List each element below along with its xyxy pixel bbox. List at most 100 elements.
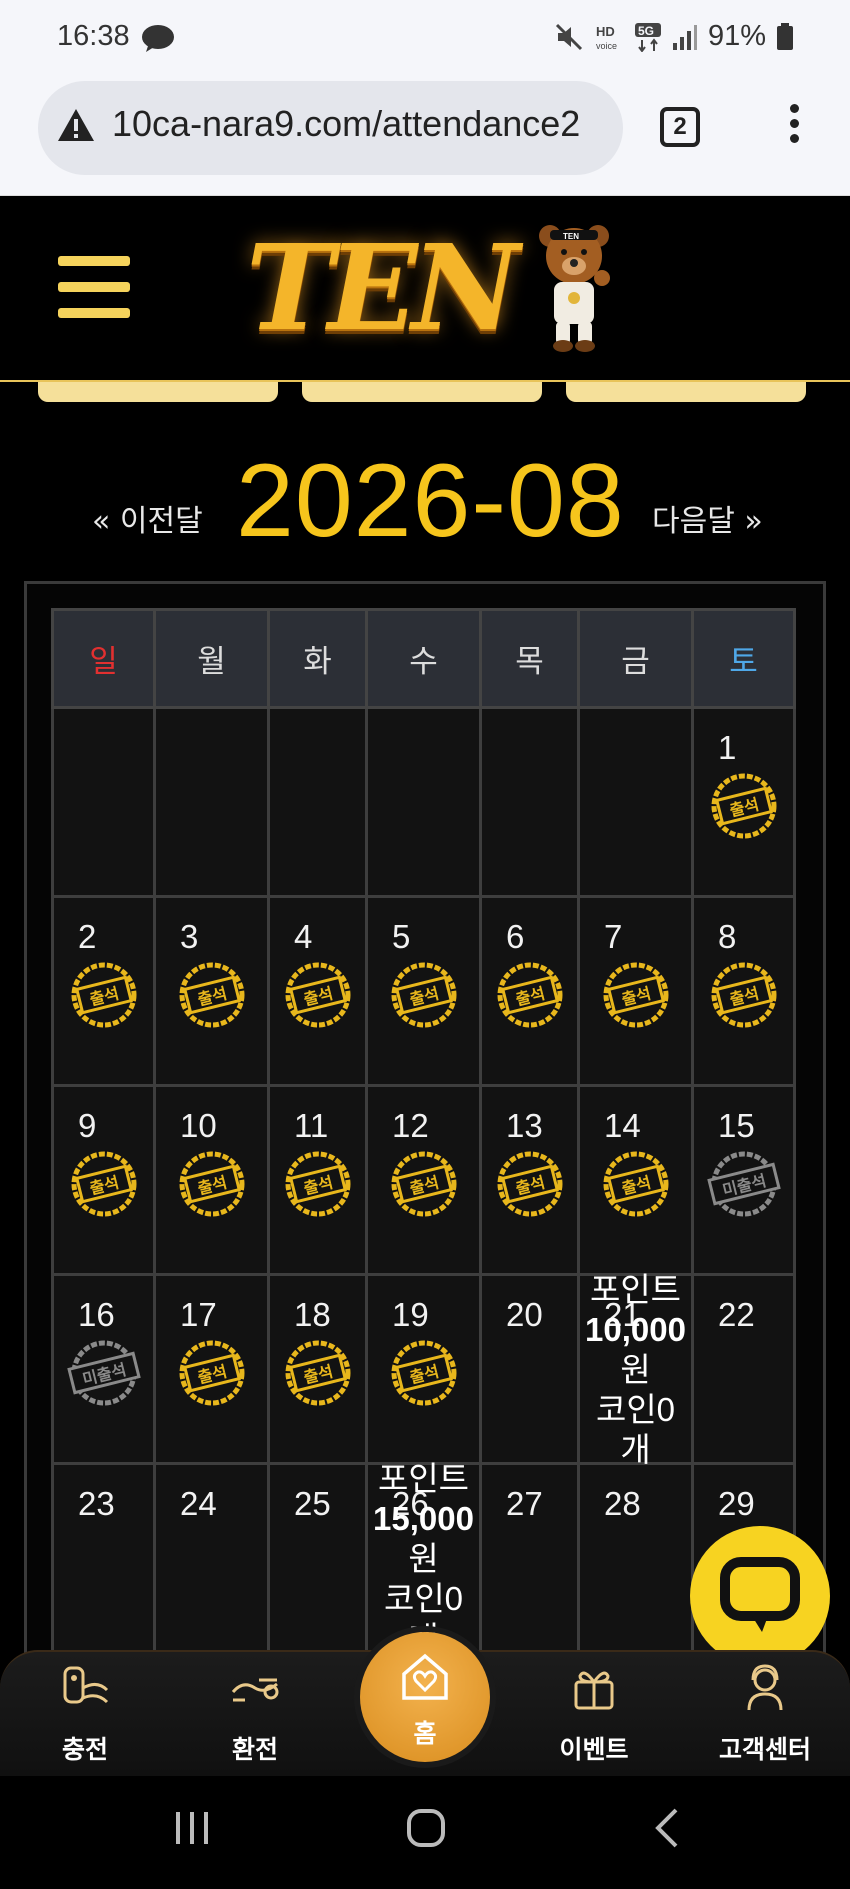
day-number: 29 xyxy=(718,1485,755,1522)
live-chat-button[interactable] xyxy=(690,1526,830,1666)
attendance-stamp-icon: 출석 xyxy=(179,962,244,1028)
reward-line4: 코인0 xyxy=(383,1580,464,1617)
calendar-day-cell[interactable]: 9 출석 xyxy=(51,1084,156,1276)
svg-text:voice: voice xyxy=(596,41,617,51)
calendar-day-cell[interactable]: 17 출석 xyxy=(153,1273,270,1465)
next-month-link[interactable]: 다음달 » xyxy=(652,496,763,540)
chat-bubble-icon xyxy=(720,1557,800,1632)
calendar-week-row: 9 출석 10 출석 11 출석 12 출석 13 출석 14 출석 15 미출석 xyxy=(51,1084,796,1276)
weekday-header: 월 xyxy=(153,608,270,709)
status-indicators: HD voice 5G 91% xyxy=(554,20,794,53)
menu-tab-3[interactable] xyxy=(566,382,806,402)
weekday-header: 화 xyxy=(267,608,368,709)
calendar-day-cell[interactable]: 22 xyxy=(691,1273,796,1465)
withdraw-icon xyxy=(231,1678,279,1702)
calendar-day-cell[interactable]: 23 xyxy=(51,1462,156,1654)
calendar-day-cell[interactable]: 26포인트15,000원코인0개 xyxy=(365,1460,482,1657)
nav-deposit[interactable]: 충전 xyxy=(25,1652,145,1778)
browser-menu-icon[interactable] xyxy=(784,104,804,150)
day-number: 27 xyxy=(506,1485,543,1522)
status-time: 16:38 xyxy=(57,20,130,52)
home-heart-icon xyxy=(402,1653,448,1700)
prev-month-link[interactable]: « 이전달 xyxy=(92,496,203,540)
day-number: 25 xyxy=(294,1485,331,1522)
attendance-stamp-icon: 출석 xyxy=(391,1340,456,1406)
calendar-day-cell[interactable]: 14 출석 xyxy=(577,1084,694,1276)
attendance-stamp-icon: 출석 xyxy=(285,1340,350,1406)
day-number: 19 xyxy=(392,1296,429,1333)
nav-event[interactable]: 이벤트 xyxy=(534,1652,654,1778)
calendar-day-cell[interactable]: 5 출석 xyxy=(365,895,482,1087)
calendar-week-row: 1 출석 xyxy=(51,706,796,898)
day-number: 3 xyxy=(180,918,199,955)
warning-icon[interactable] xyxy=(56,107,96,143)
attendance-calendar: 일월화수목금토 1 출석 2 출석 3 출석 4 출석 5 출석 6 출석 7 출석 8 출석 9 출석 10 출석 1… xyxy=(24,581,826,1681)
day-number: 1 xyxy=(718,729,737,766)
day-number: 15 xyxy=(718,1107,755,1144)
nav-event-label: 이벤트 xyxy=(559,1735,629,1764)
calendar-day-cell[interactable]: 12 출석 xyxy=(365,1084,482,1276)
nav-home-button[interactable]: 홈 xyxy=(360,1632,490,1762)
day-number: 6 xyxy=(506,918,525,955)
calendar-day-cell[interactable]: 3 출석 xyxy=(153,895,270,1087)
calendar-day-cell[interactable]: 7 출석 xyxy=(577,895,694,1087)
weekday-header: 수 xyxy=(365,608,482,709)
attendance-stamp-icon: 출석 xyxy=(391,962,456,1028)
calendar-day-cell[interactable]: 27 xyxy=(479,1462,580,1654)
day-number: 13 xyxy=(506,1107,543,1144)
svg-text:5G: 5G xyxy=(638,24,654,38)
calendar-empty-cell xyxy=(267,706,368,898)
site-logo[interactable]: TEN TEN xyxy=(246,218,610,358)
url-text[interactable]: 10ca-nara9.com/attendance2 xyxy=(112,103,580,145)
calendar-day-cell[interactable]: 8 출석 xyxy=(691,895,796,1087)
menu-tab-1[interactable] xyxy=(38,382,278,402)
calendar-day-cell[interactable]: 20 xyxy=(479,1273,580,1465)
menu-tab-2[interactable] xyxy=(302,382,542,402)
day-number: 2 xyxy=(78,918,97,955)
attendance-stamp-icon: 출석 xyxy=(71,1151,136,1217)
calendar-day-cell[interactable]: 1 출석 xyxy=(691,706,796,898)
logo-text: TEN xyxy=(246,218,520,357)
calendar-day-cell[interactable]: 21 포인트 10,000 원 코인0 개 xyxy=(577,1271,694,1468)
day-number: 4 xyxy=(294,918,313,955)
calendar-day-cell[interactable]: 15 미출석 xyxy=(691,1084,796,1276)
calendar-grid: 일월화수목금토 1 출석 2 출석 3 출석 4 출석 5 출석 6 출석 7 출석 8 출석 9 출석 10 출석 1… xyxy=(51,608,796,1657)
attendance-stamp-icon: 출석 xyxy=(711,773,776,839)
home-icon[interactable] xyxy=(406,1808,446,1848)
reward-info: 포인트15,000원코인0개 xyxy=(368,1459,479,1659)
nav-deposit-label: 충전 xyxy=(61,1735,108,1764)
recent-apps-icon[interactable] xyxy=(172,1808,212,1848)
calendar-day-cell[interactable]: 6 출석 xyxy=(479,895,580,1087)
calendar-day-cell[interactable]: 11 출석 xyxy=(267,1084,368,1276)
hd-voice-icon: HD voice xyxy=(596,24,617,51)
reward-line4: 코인0 xyxy=(595,1391,676,1428)
calendar-empty-cell xyxy=(153,706,270,898)
nav-home-label: 홈 xyxy=(413,1719,437,1748)
calendar-empty-cell xyxy=(365,706,482,898)
attendance-stamp-icon: 출석 xyxy=(285,1151,350,1217)
weekday-header: 일 xyxy=(51,608,156,709)
nav-withdraw[interactable]: 환전 xyxy=(195,1652,315,1778)
calendar-empty-cell xyxy=(51,706,156,898)
reward-info: 포인트 10,000 원 코인0 개 xyxy=(580,1270,691,1470)
nav-support[interactable]: 고객센터 xyxy=(705,1652,825,1778)
day-number: 18 xyxy=(294,1296,331,1333)
attendance-stamp-icon: 출석 xyxy=(711,962,776,1028)
calendar-day-cell[interactable]: 24 xyxy=(153,1462,270,1654)
back-icon[interactable] xyxy=(648,1806,688,1850)
calendar-day-cell[interactable]: 2 출석 xyxy=(51,895,156,1087)
calendar-day-cell[interactable]: 10 출석 xyxy=(153,1084,270,1276)
calendar-day-cell[interactable]: 19 출석 xyxy=(365,1273,482,1465)
calendar-day-cell[interactable]: 28 xyxy=(577,1462,694,1654)
attendance-stamp-icon: 출석 xyxy=(285,962,350,1028)
calendar-day-cell[interactable]: 25 xyxy=(267,1462,368,1654)
calendar-day-cell[interactable]: 16 미출석 xyxy=(51,1273,156,1465)
weekday-header: 토 xyxy=(691,608,796,709)
mute-icon xyxy=(555,23,583,50)
calendar-day-cell[interactable]: 4 출석 xyxy=(267,895,368,1087)
hamburger-menu-icon[interactable] xyxy=(58,256,130,318)
calendar-day-cell[interactable]: 13 출석 xyxy=(479,1084,580,1276)
address-bar[interactable]: 10ca-nara9.com/attendance2 xyxy=(38,81,623,175)
tab-switcher-button[interactable]: 2 xyxy=(660,107,700,147)
calendar-day-cell[interactable]: 18 출석 xyxy=(267,1273,368,1465)
